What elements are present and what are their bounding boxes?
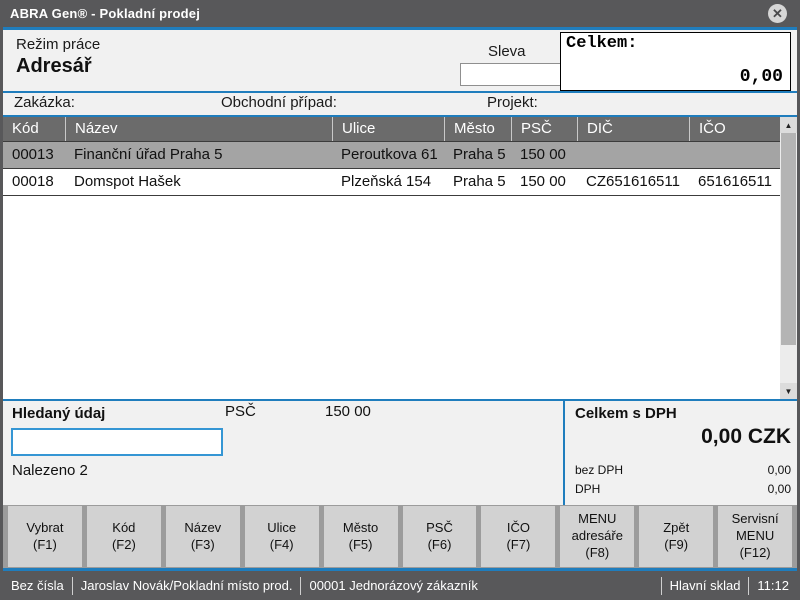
street-button-f4[interactable]: Ulice (F4) [245, 506, 319, 567]
status-clock: 11:12 [749, 578, 797, 593]
without-vat-label: bez DPH [575, 463, 623, 477]
column-header-psc[interactable]: PSČ [511, 117, 577, 141]
found-count: Nalezeno 2 [12, 462, 88, 479]
column-header-mesto[interactable]: Město [444, 117, 511, 141]
project-label: Projekt: [487, 94, 538, 111]
status-right-group: Hlavní sklad 11:12 [661, 571, 797, 600]
vat-label: DPH [575, 482, 600, 496]
search-label: Hledaný údaj [12, 405, 105, 422]
cell-kod: 00018 [3, 169, 65, 195]
work-mode-label: Režim práce [16, 36, 100, 53]
discount-input[interactable] [460, 63, 565, 86]
cell-mesto: Praha 5 [444, 142, 511, 168]
status-user: Jaroslav Novák/Pokladní místo prod. [73, 578, 301, 593]
totals-vat-row: DPH 0,00 [575, 482, 791, 496]
totals-grand-total: 0,00 CZK [701, 425, 791, 449]
status-document-number: Bez čísla [3, 578, 72, 593]
cell-kod: 00013 [3, 142, 65, 168]
cell-psc: 150 00 [511, 169, 577, 195]
cell-ico [689, 142, 780, 168]
status-bar: Bez čísla Jaroslav Novák/Pokladní místo … [3, 571, 797, 600]
cell-psc: 150 00 [511, 142, 577, 168]
close-icon[interactable]: ✕ [768, 4, 787, 23]
vat-value: 0,00 [768, 482, 791, 496]
total-label: Celkem: [566, 34, 637, 53]
column-header-ico[interactable]: IČO [689, 117, 780, 141]
back-button-f9[interactable]: Zpět (F9) [639, 506, 713, 567]
cell-ulice: Plzeňská 154 [332, 169, 444, 195]
table-row[interactable]: 00018 Domspot Hašek Plzeňská 154 Praha 5… [3, 169, 780, 196]
top-panel: Režim práce Adresář Sleva Celkem: 0,00 [3, 30, 797, 91]
service-menu-button-f12[interactable]: Servisní MENU (F12) [718, 506, 792, 567]
select-button-f1[interactable]: Vybrat (F1) [8, 506, 82, 567]
without-vat-value: 0,00 [768, 463, 791, 477]
cell-ulice: Peroutkova 61 [332, 142, 444, 168]
total-value: 0,00 [740, 67, 783, 87]
search-field-value: 150 00 [325, 403, 371, 420]
order-label: Zakázka: [14, 94, 75, 111]
city-button-f5[interactable]: Město (F5) [324, 506, 398, 567]
totals-title: Celkem s DPH [575, 405, 677, 422]
column-header-ulice[interactable]: Ulice [332, 117, 444, 141]
address-book-menu-button-f8[interactable]: MENU adresáře (F8) [560, 506, 634, 567]
business-case-label: Obchodní případ: [221, 94, 337, 111]
code-button-f2[interactable]: Kód (F2) [87, 506, 161, 567]
cell-nazev: Finanční úřad Praha 5 [65, 142, 332, 168]
ico-button-f7[interactable]: IČO (F7) [481, 506, 555, 567]
column-header-kod[interactable]: Kód [3, 117, 65, 141]
cell-ico: 651616511 [689, 169, 780, 195]
vertical-scrollbar[interactable]: ▲ ▼ [780, 117, 797, 399]
column-header-dic[interactable]: DIČ [577, 117, 689, 141]
window-content: Režim práce Adresář Sleva Celkem: 0,00 Z… [3, 27, 797, 600]
totals-panel: Celkem s DPH 0,00 CZK bez DPH 0,00 DPH 0… [563, 401, 799, 505]
scroll-up-icon[interactable]: ▲ [780, 117, 797, 133]
scroll-down-icon[interactable]: ▼ [780, 383, 797, 399]
status-customer: 00001 Jednorázový zákazník [301, 578, 485, 593]
table-body: 00013 Finanční úřad Praha 5 Peroutkova 6… [3, 141, 780, 399]
function-button-row: Vybrat (F1) Kód (F2) Název (F3) Ulice (F… [3, 505, 797, 568]
window-title: ABRA Gen® - Pokladní prodej [0, 6, 200, 21]
cell-nazev: Domspot Hašek [65, 169, 332, 195]
title-bar: ABRA Gen® - Pokladní prodej ✕ [0, 0, 800, 27]
app-window: ABRA Gen® - Pokladní prodej ✕ Režim prác… [0, 0, 800, 600]
name-button-f3[interactable]: Název (F3) [166, 506, 240, 567]
total-display: Celkem: 0,00 [560, 32, 791, 91]
status-warehouse: Hlavní sklad [662, 578, 749, 593]
discount-label: Sleva [488, 43, 526, 60]
scrollbar-thumb[interactable] [781, 133, 796, 345]
totals-without-vat-row: bez DPH 0,00 [575, 463, 791, 477]
search-field-label: PSČ [225, 403, 256, 420]
status-left-group: Bez čísla Jaroslav Novák/Pokladní místo … [3, 571, 486, 600]
cell-dic: CZ651616511 [577, 169, 689, 195]
search-input[interactable] [11, 428, 223, 456]
cell-dic [577, 142, 689, 168]
work-mode-value: Adresář [16, 55, 92, 78]
context-row: Zakázka: Obchodní případ: Projekt: [3, 93, 797, 115]
bottom-panel: Hledaný údaj Nalezeno 2 PSČ 150 00 Celke… [3, 401, 797, 505]
table-row[interactable]: 00013 Finanční úřad Praha 5 Peroutkova 6… [3, 141, 780, 169]
cell-mesto: Praha 5 [444, 169, 511, 195]
column-header-nazev[interactable]: Název [65, 117, 332, 141]
zip-button-f6[interactable]: PSČ (F6) [403, 506, 477, 567]
table-header: Kód Název Ulice Město PSČ DIČ IČO [3, 117, 780, 141]
